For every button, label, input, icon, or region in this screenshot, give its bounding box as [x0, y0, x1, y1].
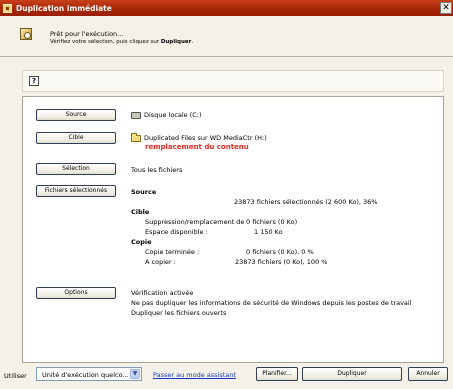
app-icon: [3, 3, 12, 13]
window-title: Duplication immédiate: [16, 3, 112, 13]
disk-icon: [131, 112, 141, 119]
instruction-text: Vérifiez votre sélection, puis cliquez s…: [50, 39, 161, 45]
utiliser-label: Utiliser: [4, 372, 27, 380]
summary-panel: Source Disque locale (C:) Cible Duplicat…: [22, 96, 444, 363]
header-divider: [0, 56, 453, 57]
cible-warning: remplacement du contenu: [145, 143, 249, 151]
a-copier-label: A copier :: [145, 258, 176, 266]
source-stats: 23873 fichiers sélectionnés (2 600 Ko), …: [234, 198, 378, 206]
folder-icon: [131, 133, 141, 142]
suppression-label: Suppression/remplacement de: [145, 218, 245, 226]
option-verification: Vérification activée: [131, 289, 194, 297]
copie-terminee-label: Copie terminée :: [145, 248, 200, 256]
cible-heading: Cible: [131, 208, 150, 216]
dupliquer-button[interactable]: Dupliquer: [302, 367, 402, 381]
cible-value: Duplicated Files sur WD MediaCtr (H:): [144, 134, 267, 142]
cible-button[interactable]: Cible: [36, 132, 116, 144]
planifier-button[interactable]: Planifier...: [256, 367, 298, 381]
instruction-action: Dupliquer: [160, 39, 192, 45]
espace-label: Espace disponible :: [145, 228, 208, 236]
header: Prêt pour l'exécution... Vérifiez votre …: [0, 16, 453, 56]
source-button[interactable]: Source: [36, 109, 116, 121]
help-icon[interactable]: ?: [29, 76, 39, 86]
help-toolbar: ?: [22, 70, 444, 92]
copie-terminee-value: 0 fichiers (0 Ko), 0 %: [246, 248, 314, 256]
options-button[interactable]: Options: [36, 287, 116, 299]
suppression-value: 0 fichiers (0 Ko): [246, 218, 298, 226]
selection-button[interactable]: Sélection: [36, 163, 116, 175]
close-button[interactable]: ✕: [440, 2, 452, 14]
annuler-button[interactable]: Annuler: [408, 367, 448, 381]
status-instruction: Vérifiez votre sélection, puis cliquez s…: [50, 39, 193, 45]
espace-value: 1 150 Ko: [254, 228, 283, 236]
instruction-end: .: [191, 39, 194, 45]
a-copier-value: 23873 fichiers (0 Ko), 100 %: [235, 258, 328, 266]
wizard-icon: [20, 28, 32, 40]
execution-unit-select[interactable]: Unité d'exécution quelco... ▼: [36, 367, 142, 381]
option-open-files: Dupliquer les fichiers ouverts: [131, 309, 227, 317]
selected-files-button[interactable]: Fichiers sélectionnés: [36, 185, 116, 197]
status-title: Prêt pour l'exécution...: [50, 30, 124, 38]
option-security: Ne pas dupliquer les informations de séc…: [131, 299, 412, 307]
source-heading: Source: [131, 188, 157, 196]
dialog-window: Prêt pour l'exécution... Vérifiez votre …: [0, 16, 453, 389]
copie-heading: Copie: [131, 238, 152, 246]
selection-value: Tous les fichiers: [131, 166, 183, 174]
chevron-down-icon[interactable]: ▼: [130, 369, 140, 379]
source-value: Disque locale (C:): [144, 111, 202, 119]
title-bar[interactable]: Duplication immédiate ✕: [0, 0, 453, 16]
execution-unit-value: Unité d'exécution quelco...: [42, 371, 129, 379]
footer-bar: Utiliser Unité d'exécution quelco... ▼ P…: [0, 363, 453, 389]
assistant-mode-link[interactable]: Passer au mode assistant: [153, 371, 236, 379]
